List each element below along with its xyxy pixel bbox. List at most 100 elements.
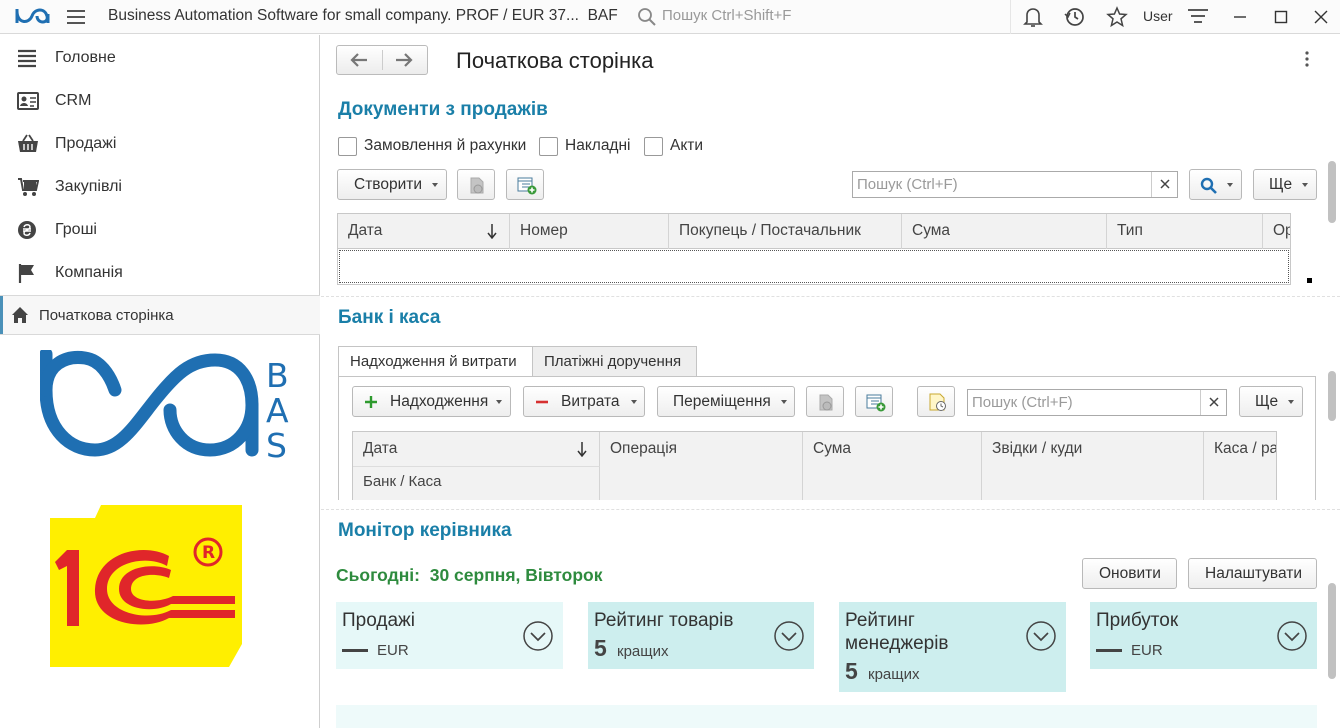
cart-icon [17, 177, 40, 201]
new-record-button[interactable] [506, 169, 544, 200]
copy-doc-icon [470, 177, 484, 194]
monitor-scrollbar[interactable] [1325, 583, 1337, 723]
tab-payment-orders[interactable]: Платіжні доручення [532, 346, 697, 377]
column-organization[interactable]: Ор [1263, 214, 1290, 249]
filter-invoices-checkbox[interactable] [539, 137, 558, 156]
divider [382, 50, 383, 70]
monitor-title: Монітор керівника [338, 520, 512, 541]
sales-more-button[interactable]: Ще [1253, 169, 1317, 200]
clear-search-icon[interactable] [1151, 172, 1177, 197]
sales-search-input[interactable] [853, 172, 1151, 197]
sidebar-item-money[interactable]: Гроші [0, 208, 320, 251]
app-logo-icon[interactable] [15, 6, 51, 30]
magnifier-icon [1200, 177, 1217, 194]
sales-docs-table[interactable]: Дата Номер Покупець / Постачальник Сума … [337, 213, 1291, 285]
back-arrow-icon[interactable] [349, 52, 369, 72]
column-operation[interactable]: Операція [600, 432, 803, 500]
card-subtitle: EUR [377, 642, 409, 659]
tab-income-expense[interactable]: Надходження й витрати [338, 346, 533, 377]
basket-icon [17, 134, 39, 158]
contact-card-icon [17, 91, 39, 115]
sidebar-item-company[interactable]: Компанія [0, 251, 320, 294]
column-bank-cash[interactable]: Банк / Каса [353, 467, 600, 500]
copy-doc-button[interactable] [457, 169, 495, 200]
bank-more-button[interactable]: Ще [1239, 386, 1303, 417]
bank-search-input[interactable] [968, 390, 1200, 415]
app-short-name: BAF [587, 7, 618, 24]
resize-handle[interactable] [1307, 278, 1312, 283]
create-button[interactable]: Створити [337, 169, 447, 200]
search-button[interactable] [1189, 169, 1242, 200]
sidebar-item-crm[interactable]: CRM [0, 79, 320, 122]
maximize-icon[interactable] [1273, 8, 1289, 30]
clear-search-icon[interactable] [1200, 390, 1226, 415]
refresh-button[interactable]: Оновити [1082, 558, 1177, 589]
bas-letter: S [266, 426, 287, 460]
today-date: 30 серпня, Вівторок [429, 565, 603, 585]
expense-button[interactable]: Витрата [523, 386, 645, 417]
card-product-rating[interactable]: Рейтинг товарів 5 кращих [588, 602, 814, 669]
column-type[interactable]: Тип [1107, 214, 1263, 249]
bank-title: Банк і каса [338, 307, 441, 328]
sort-down-icon [577, 442, 587, 457]
table-header: Дата Банк / Каса Операція Сума Звідки / … [353, 432, 1276, 500]
column-number[interactable]: Номер [510, 214, 669, 249]
sidebar-item-main[interactable]: Головне [0, 36, 320, 79]
bank-table[interactable]: Дата Банк / Каса Операція Сума Звідки / … [352, 431, 1277, 500]
close-icon[interactable] [1313, 8, 1329, 30]
filter-acts-label: Акти [670, 137, 704, 154]
filter-orders-label: Замовлення й рахунки [364, 137, 527, 154]
column-amount[interactable]: Сума [803, 432, 982, 500]
coin-icon [17, 220, 37, 244]
transfer-button[interactable]: Переміщення [657, 386, 795, 417]
sidebar-item-sales[interactable]: Продажі [0, 122, 320, 165]
user-name[interactable]: User [1143, 8, 1173, 24]
column-from-to[interactable]: Звідки / куди [982, 432, 1204, 500]
column-customer[interactable]: Покупець / Постачальник [669, 214, 902, 249]
income-button[interactable]: Надходження [352, 386, 511, 417]
new-payment-button[interactable] [855, 386, 893, 417]
search-icon [637, 7, 657, 31]
card-subtitle: кращих [868, 666, 920, 683]
column-date[interactable]: Дата [338, 214, 510, 249]
sidebar-item-home[interactable]: Початкова сторінка [0, 295, 320, 335]
sort-down-icon [487, 224, 497, 239]
menu-icon[interactable] [66, 8, 86, 30]
card-profit[interactable]: Прибуток EUR [1090, 602, 1317, 669]
minimize-icon[interactable] [1232, 8, 1248, 30]
page-title: Початкова сторінка [456, 48, 654, 73]
bank-scrollbar[interactable] [1325, 371, 1337, 495]
card-subtitle: кращих [617, 643, 669, 660]
copy-payment-button[interactable] [806, 386, 844, 417]
filter-orders-checkbox[interactable] [338, 137, 357, 156]
column-cash-account[interactable]: Каса / ра [1204, 432, 1276, 500]
settings-menu-icon[interactable] [1187, 8, 1209, 30]
column-date[interactable]: Дата [353, 432, 600, 467]
card-manager-rating[interactable]: Рейтинг менеджерів 5 кращих [839, 602, 1066, 692]
column-amount[interactable]: Сума [902, 214, 1107, 249]
sidebar-item-label: Закупівлі [55, 178, 122, 195]
sales-scrollbar[interactable] [1325, 161, 1337, 281]
star-icon[interactable] [1106, 6, 1128, 32]
title-bar: Business Automation Software for small c… [0, 0, 1340, 34]
bell-icon[interactable] [1023, 6, 1043, 32]
bas-letter: A [266, 391, 289, 430]
filter-acts-checkbox[interactable] [644, 137, 663, 156]
history-nav [336, 45, 428, 75]
table-header: Дата Номер Покупець / Постачальник Сума … [338, 214, 1290, 249]
settings-button[interactable]: Налаштувати [1188, 558, 1317, 589]
card-subtitle: EUR [1131, 642, 1163, 659]
sales-docs-title: Документи з продажів [338, 99, 548, 120]
forward-arrow-icon[interactable] [394, 52, 414, 72]
app-title: Business Automation Software for small c… [108, 7, 618, 24]
card-title: Рейтинг товарів [594, 610, 734, 631]
global-search-input[interactable]: Пошук Ctrl+Shift+F [662, 7, 791, 24]
history-icon[interactable] [1064, 6, 1086, 32]
sidebar-item-label: CRM [55, 92, 92, 109]
minus-icon [536, 400, 548, 404]
report-button[interactable] [917, 386, 955, 417]
sidebar-item-purchases[interactable]: Закупівлі [0, 165, 320, 208]
table-row-empty[interactable] [339, 250, 1289, 283]
card-sales[interactable]: Продажі EUR [336, 602, 563, 669]
more-menu-icon[interactable] [1304, 51, 1310, 71]
